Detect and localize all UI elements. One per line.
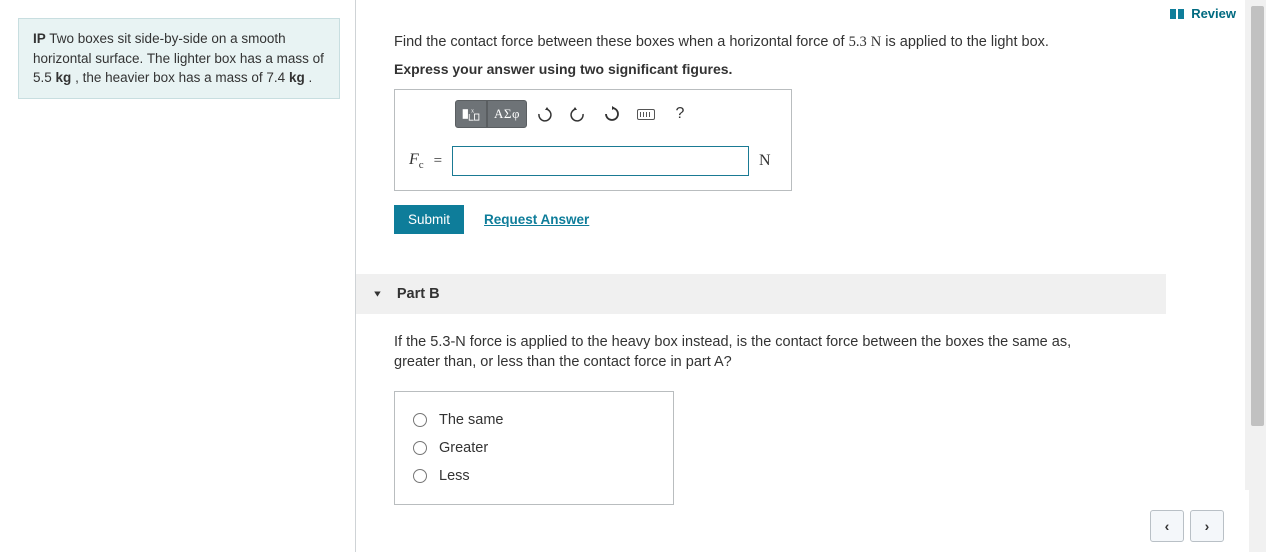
submit-button[interactable]: Submit [394,205,464,234]
radio-same[interactable] [413,413,427,427]
svg-text:x: x [471,108,474,114]
unit-label: N [759,152,777,170]
part-a-prompt: Find the contact force between these box… [394,34,1131,51]
part-a-instruction: Express your answer using two significan… [394,61,1131,77]
equation-toolbar: x ΑΣφ ? [455,100,777,128]
greek-button[interactable]: ΑΣφ [487,100,527,128]
redo-button[interactable] [561,100,595,128]
reset-button[interactable] [595,100,629,128]
help-button[interactable]: ? [663,100,697,128]
radio-greater[interactable] [413,441,427,455]
part-b-label: Part B [397,286,440,302]
page-scrollbar[interactable]: ▴ [1249,0,1266,552]
problem-statement: IP Two boxes sit side-by-side on a smoot… [18,18,340,99]
ip-prefix: IP [33,31,46,46]
review-link[interactable]: Review [1169,6,1236,21]
radio-group: The same Greater Less [394,391,674,505]
request-answer-link[interactable]: Request Answer [484,212,589,227]
radio-same-label[interactable]: The same [439,412,503,428]
radio-less-label[interactable]: Less [439,468,470,484]
radio-less[interactable] [413,469,427,483]
keyboard-button[interactable] [629,100,663,128]
next-button[interactable]: › [1190,510,1224,542]
scrollbar-thumb[interactable] [1251,6,1264,426]
template-button[interactable]: x [455,100,487,128]
undo-button[interactable] [527,100,561,128]
book-icon [1169,8,1185,20]
keyboard-icon [637,109,655,120]
variable-label: Fc [409,151,424,171]
answer-input[interactable] [452,146,749,176]
equals-sign: = [434,153,442,170]
answer-box: x ΑΣφ ? [394,89,792,191]
part-b-header[interactable]: ▼ Part B [356,274,1166,314]
collapse-icon: ▼ [372,289,383,299]
part-b-prompt: If the 5.3-N force is applied to the hea… [394,332,1114,373]
radio-greater-label[interactable]: Greater [439,440,488,456]
prev-button[interactable]: ‹ [1150,510,1184,542]
